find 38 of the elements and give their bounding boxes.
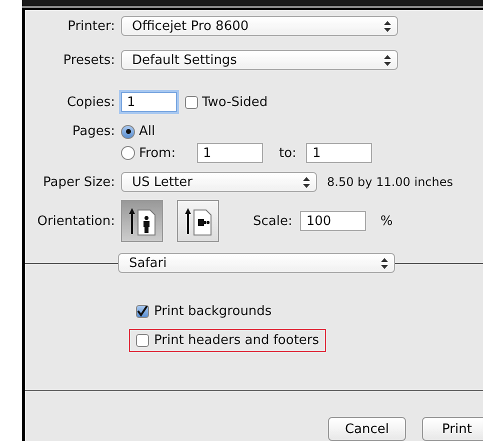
checkbox[interactable] <box>136 334 149 347</box>
portrait-page-icon <box>128 206 156 236</box>
presets-select[interactable]: Default Settings <box>121 50 398 70</box>
stepper-icon <box>384 20 391 32</box>
to-field[interactable]: 1 <box>306 143 372 163</box>
checkbox[interactable] <box>185 96 198 108</box>
stepper-icon <box>303 176 310 188</box>
field-label: Orientation: <box>36 214 115 228</box>
field-label: Pages: <box>71 124 115 139</box>
checkbox-label: Two-Sided <box>202 94 268 110</box>
unit-label: % <box>380 214 393 228</box>
print-button[interactable]: Print <box>422 417 483 441</box>
field-label: Printer: <box>66 18 115 34</box>
paper-size-select[interactable]: US Letter <box>121 172 317 192</box>
radio-button[interactable] <box>121 146 135 160</box>
paper-dimensions: 8.50 by 11.00 inches <box>327 175 454 189</box>
checkbox-label: Print headers and footers <box>154 333 320 348</box>
radio-label: From: <box>139 146 177 160</box>
checkbox-label: Print backgrounds <box>154 304 272 319</box>
stepper-icon <box>384 54 391 66</box>
orientation-button[interactable] <box>177 200 219 242</box>
field-label: Copies: <box>66 94 115 110</box>
landscape-page-icon <box>184 206 212 236</box>
radio-button[interactable] <box>121 124 135 138</box>
field-label: Scale: <box>253 214 292 228</box>
checkbox[interactable] <box>136 305 149 318</box>
cancel-button[interactable]: Cancel <box>328 417 406 441</box>
field-label: Presets: <box>62 52 115 68</box>
stepper-icon <box>381 258 388 268</box>
copies-field[interactable]: 1 <box>121 92 177 112</box>
field-label: Paper Size: <box>42 174 115 190</box>
printer-select[interactable]: Officejet Pro 8600 <box>121 16 398 36</box>
scale-field[interactable]: 100 <box>300 211 366 231</box>
section-select[interactable]: Safari <box>118 253 395 273</box>
radio-label: All <box>139 124 156 139</box>
field-label: to: <box>279 146 296 160</box>
from-field[interactable]: 1 <box>197 143 263 163</box>
orientation-button[interactable] <box>121 200 163 242</box>
